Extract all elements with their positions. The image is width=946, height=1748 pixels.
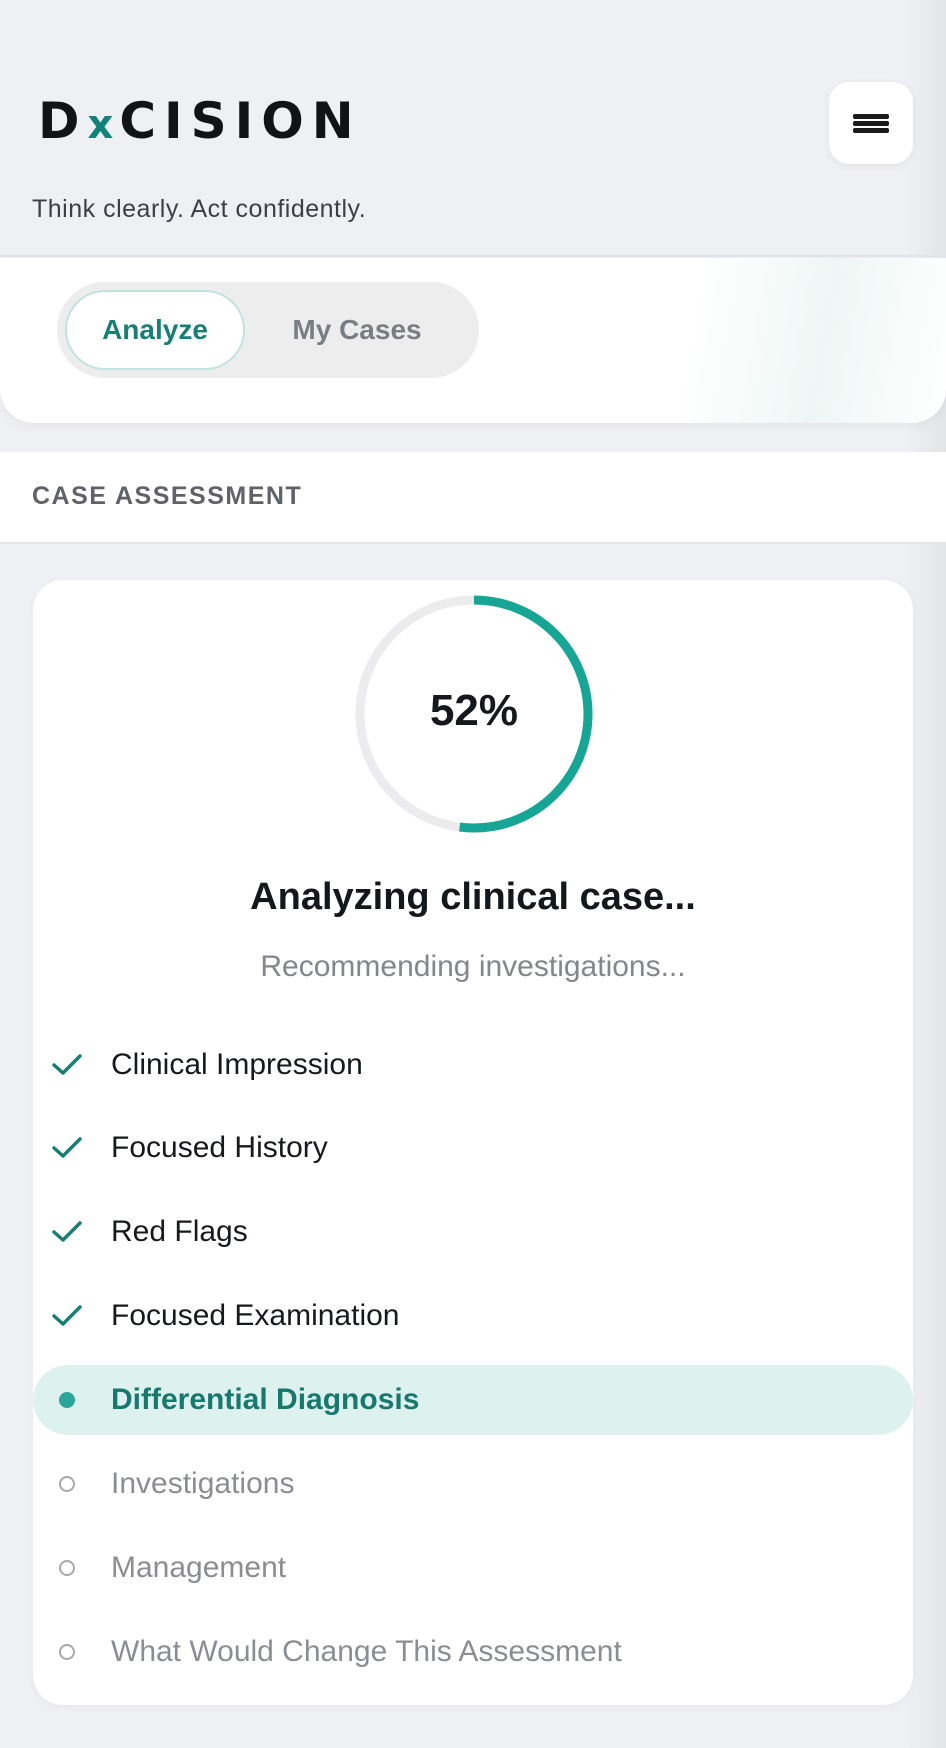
step-item-differential-diagnosis: Differential Diagnosis — [33, 1365, 913, 1435]
step-label: Differential Diagnosis — [111, 1383, 420, 1416]
progress-percent: 52% — [429, 686, 519, 735]
step-label: Focused Examination — [111, 1299, 400, 1332]
step-item-investigations: Investigations — [33, 1449, 913, 1519]
step-label: Focused History — [111, 1131, 328, 1164]
empty-circle-icon — [51, 1554, 83, 1582]
tab-my-cases[interactable]: My Cases — [257, 290, 457, 370]
step-item-red-flags: Red Flags — [33, 1197, 913, 1267]
check-icon — [51, 1302, 83, 1330]
step-item-what-would-change: What Would Change This Assessment — [33, 1617, 913, 1687]
step-item-focused-examination: Focused Examination — [33, 1281, 913, 1351]
menu-button[interactable] — [829, 82, 913, 164]
step-label: Red Flags — [111, 1215, 248, 1248]
step-item-clinical-impression: Clinical Impression — [33, 1030, 913, 1100]
empty-circle-icon — [51, 1638, 83, 1666]
logo-text-d: D — [38, 92, 88, 150]
brand-logo: DxCISION — [38, 92, 362, 154]
hamburger-menu-icon — [853, 113, 889, 133]
header-divider — [0, 255, 946, 257]
segmented-tabs: Analyze My Cases — [57, 282, 479, 378]
step-item-management: Management — [33, 1533, 913, 1603]
app-header: DxCISION Think clearly. Act confidently. — [0, 0, 946, 255]
check-icon — [51, 1134, 83, 1162]
tab-analyze[interactable]: Analyze — [65, 290, 245, 370]
step-label: Clinical Impression — [111, 1048, 363, 1081]
step-label: What Would Change This Assessment — [111, 1635, 622, 1668]
tabs-card: Analyze My Cases — [0, 258, 946, 423]
step-item-focused-history: Focused History — [33, 1113, 913, 1183]
status-subtitle: Recommending investigations... — [260, 950, 686, 983]
check-icon — [51, 1218, 83, 1246]
logo-text-rest: CISION — [119, 92, 362, 150]
empty-circle-icon — [51, 1470, 83, 1498]
step-label: Investigations — [111, 1467, 295, 1500]
check-icon — [51, 1051, 83, 1079]
tagline: Think clearly. Act confidently. — [32, 195, 367, 223]
section-title: CASE ASSESSMENT — [32, 482, 303, 510]
filled-dot-icon — [51, 1386, 83, 1414]
step-label: Management — [111, 1551, 287, 1584]
status-title: Analyzing clinical case... — [250, 876, 696, 918]
logo-text-x: x — [87, 102, 120, 148]
